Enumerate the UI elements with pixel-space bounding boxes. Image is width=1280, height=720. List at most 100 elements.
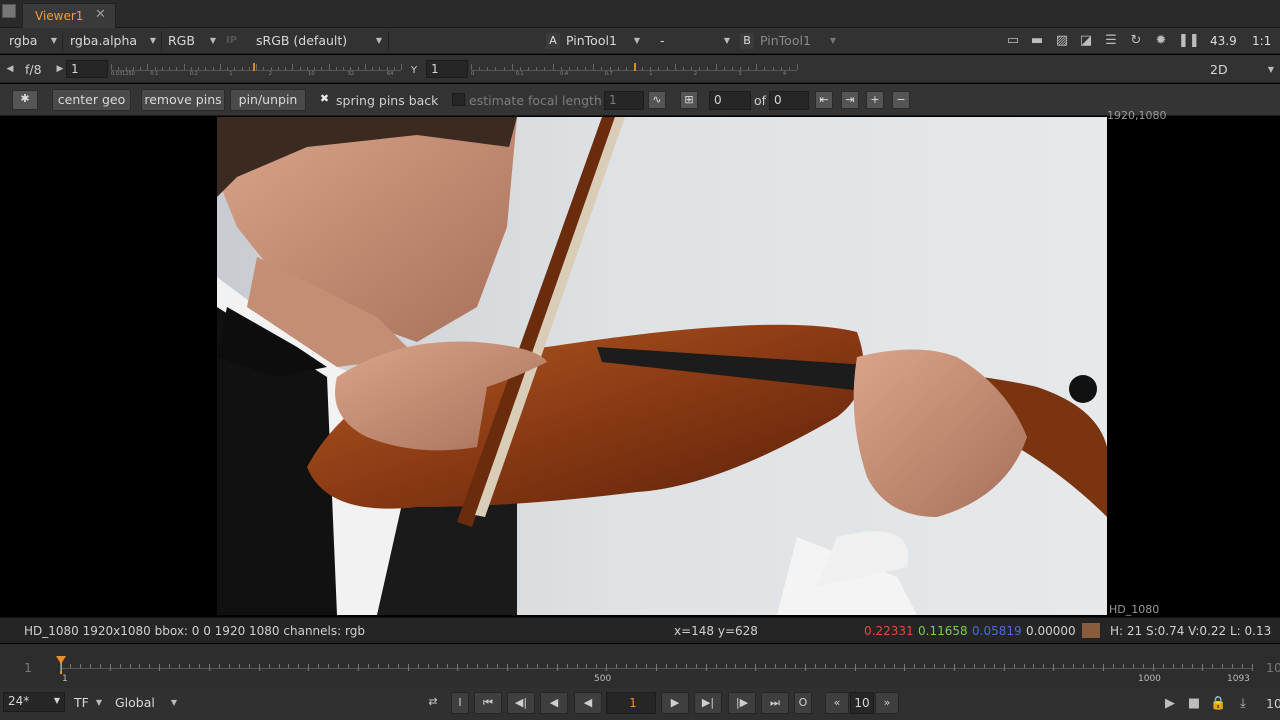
focal-length-field[interactable]: 1 (604, 91, 644, 110)
prev-frame-button[interactable]: ◀ (540, 692, 568, 714)
channels-dropdown[interactable]: rgba ▼ (9, 32, 57, 50)
refresh-icon[interactable]: ↻ (1128, 33, 1144, 49)
camera-icon[interactable]: ⊞ (680, 91, 698, 109)
play-forward-button[interactable]: ▶ (661, 692, 689, 714)
estimate-focal-checkbox[interactable] (452, 93, 465, 106)
pause-icon[interactable]: ❚❚ (1178, 33, 1200, 49)
tab-viewer1[interactable]: Viewer1 ✕ (22, 3, 116, 28)
overlay-icon[interactable]: ◪ (1078, 33, 1094, 49)
ruler-tick (723, 67, 725, 70)
view-mode-dropdown[interactable]: 2D ▼ (1210, 61, 1274, 79)
timeline-tick (238, 664, 240, 668)
current-frame-field[interactable]: 1 (606, 692, 656, 714)
timeline-tick (129, 664, 131, 668)
ruler-tick (625, 67, 627, 70)
timeline-tick (457, 664, 459, 671)
panel-menu-icon[interactable] (2, 4, 16, 18)
in-point-button[interactable]: I (451, 692, 469, 714)
viewer-image[interactable] (217, 117, 1107, 615)
display-channel-dropdown[interactable]: RGB ▼ (168, 32, 216, 50)
center-geo-button[interactable]: center geo (52, 89, 131, 111)
render-icon[interactable]: ■ (1186, 696, 1202, 712)
flipbook-icon[interactable]: ▶ (1162, 696, 1178, 712)
chevron-down-icon: ▼ (149, 36, 156, 45)
gain-field[interactable]: 1 (66, 60, 108, 78)
ruler-tick (487, 67, 489, 70)
pin-unpin-button[interactable]: pin/unpin (230, 89, 306, 111)
roi-icon[interactable]: ▭ (1005, 33, 1021, 49)
ruler-tick (132, 67, 134, 70)
lines-icon[interactable]: ☰ (1103, 33, 1119, 49)
fps-field[interactable]: 24* ▼ (3, 692, 65, 712)
input-process-toggle[interactable]: IP (226, 33, 244, 49)
curve-icon[interactable]: ∿ (648, 91, 666, 109)
timeline-tick (79, 664, 81, 668)
first-frame-button[interactable]: ⏮ (474, 692, 502, 714)
frame-icon[interactable]: ▬ (1029, 33, 1045, 49)
gamma-field[interactable]: 1 (426, 60, 468, 78)
key-prev-icon[interactable]: ⇤ (815, 91, 833, 109)
slider-handle[interactable] (634, 63, 636, 71)
input-a-dropdown[interactable]: PinTool1 ▼ (566, 32, 640, 50)
timeline-tick (159, 664, 161, 671)
step-forward-button[interactable]: » (875, 692, 899, 714)
stripes-icon[interactable]: ▨ (1054, 33, 1070, 49)
alpha-channel-dropdown[interactable]: rgba.alpha ▼ (70, 32, 156, 50)
ruler-tick (372, 67, 373, 70)
of-label: of (754, 93, 767, 108)
compare-mode-dropdown[interactable]: - ▼ (660, 32, 730, 50)
total-frames-field[interactable]: 0 (769, 91, 809, 110)
step-back-button[interactable]: « (825, 692, 849, 714)
violinist-image (217, 117, 1107, 615)
viewer-canvas[interactable]: 1920,1080 HD_1080 (0, 109, 1280, 617)
timeline-tick (785, 664, 787, 668)
timeline-tick (109, 664, 111, 671)
last-frame-button[interactable]: ⏭ (761, 692, 789, 714)
settings-icon[interactable]: ✹ (1153, 33, 1169, 49)
timeline-tick (298, 664, 300, 668)
step-field[interactable]: 10 (850, 692, 874, 714)
zoom-level[interactable]: 43.9 (1210, 34, 1237, 48)
arrow-left-icon[interactable]: ◀ (2, 61, 18, 77)
add-key-icon[interactable]: + (866, 91, 884, 109)
timeline-tick (248, 664, 250, 668)
loop-icon[interactable]: ⇄ (420, 692, 446, 714)
next-key-button[interactable]: |▶ (728, 692, 756, 714)
timeline-tick (695, 664, 697, 668)
viewer-lut-dropdown[interactable]: sRGB (default) ▼ (256, 32, 382, 50)
timeline-tick (338, 664, 340, 668)
pin-tool-icon[interactable]: ✱ (12, 90, 38, 110)
next-frame-button[interactable]: ▶| (694, 692, 722, 714)
timeline-tick (99, 664, 101, 668)
fstop-label[interactable]: f/8 (25, 62, 42, 77)
close-icon[interactable]: ✕ (95, 7, 106, 22)
timeline[interactable]: 1 1 500 1000 1093 10 (0, 644, 1280, 688)
remove-key-icon[interactable]: − (892, 91, 910, 109)
slider-handle[interactable] (253, 63, 256, 71)
timeline-tick (497, 664, 499, 668)
pixel-ratio[interactable]: 1:1 (1252, 34, 1271, 48)
timeline-tick (665, 664, 667, 668)
timeline-format-dropdown[interactable]: TF ▼ (74, 694, 102, 712)
prev-key-button[interactable]: ◀| (507, 692, 535, 714)
timeline-tick (963, 664, 965, 668)
export-icon[interactable]: ⤓ (1235, 696, 1251, 712)
ruler-tick (386, 67, 388, 70)
timeline-tick (765, 664, 767, 668)
input-b-dropdown[interactable]: PinTool1 ▼ (760, 32, 836, 50)
play-backward-button[interactable]: ◀ (574, 692, 602, 714)
input-b-value: PinTool1 (760, 33, 811, 48)
frame-field[interactable]: 0 (709, 91, 751, 110)
format-info: HD_1080 1920x1080 bbox: 0 0 1920 1080 ch… (24, 624, 365, 638)
key-next-icon[interactable]: ⇥ (841, 91, 859, 109)
spring-pins-checkbox[interactable]: ✖ (318, 93, 331, 106)
playhead[interactable] (56, 656, 66, 664)
gamma-slider[interactable]: 0 0.1 0.4 0.7 1 2 3 4 (471, 61, 798, 77)
gain-slider[interactable]: 0.031250 0.1 0.2 1 2 10 32 64 (111, 61, 402, 77)
ruler-tick (528, 67, 530, 70)
range-dropdown[interactable]: Global ▼ (115, 694, 177, 712)
timeline-tick (1192, 664, 1194, 668)
remove-pins-button[interactable]: remove pins (141, 89, 225, 111)
lock-icon[interactable]: 🔒 (1210, 696, 1226, 712)
out-point-button[interactable]: O (794, 692, 812, 714)
